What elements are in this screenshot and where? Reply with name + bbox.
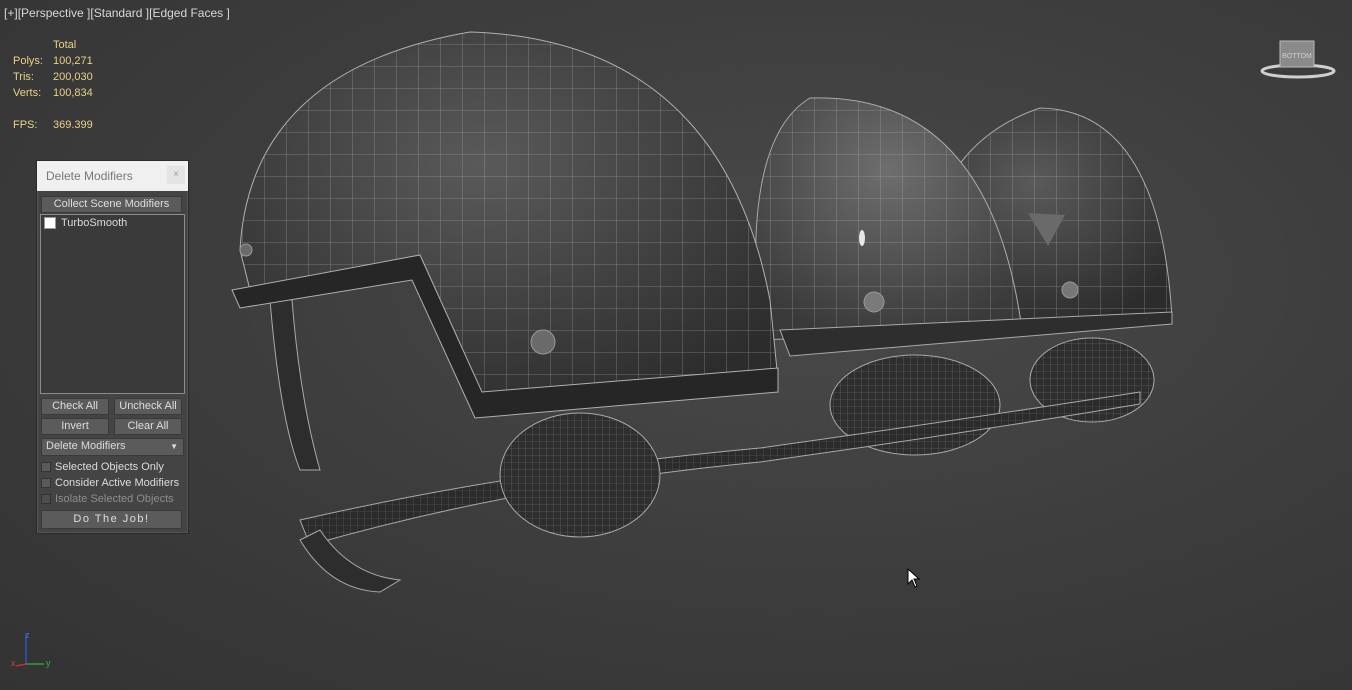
viewport-standard-menu[interactable]: [Standard ] bbox=[90, 6, 149, 20]
clear-all-button[interactable]: Clear All bbox=[114, 418, 182, 435]
viewport-statistics: Total Polys: 100,271 Tris: 200,030 Verts: 1… bbox=[13, 37, 93, 133]
checkbox-box bbox=[41, 494, 51, 504]
fps-value: 369.399 bbox=[53, 119, 93, 131]
viewcube[interactable]: BOTTOM bbox=[1258, 38, 1338, 82]
tris-label: Tris: bbox=[13, 71, 34, 83]
consider-active-modifiers-checkbox[interactable]: Consider Active Modifiers bbox=[41, 477, 179, 489]
checkbox-label: Selected Objects Only bbox=[55, 461, 164, 473]
perspective-viewport[interactable]: [+] [Perspective ] [Standard ] [Edged Fa… bbox=[0, 0, 1352, 690]
checkbox-label: Isolate Selected Objects bbox=[55, 493, 174, 505]
dialog-title-bar[interactable]: Delete Modifiers × bbox=[37, 161, 188, 191]
viewport-label-menu[interactable]: [+] [Perspective ] [Standard ] [Edged Fa… bbox=[4, 6, 230, 20]
polys-value: 100,271 bbox=[53, 55, 93, 67]
invert-button[interactable]: Invert bbox=[41, 418, 109, 435]
viewport-pov-menu[interactable]: [Perspective ] bbox=[18, 6, 91, 20]
uncheck-all-button[interactable]: Uncheck All bbox=[114, 398, 182, 415]
list-item[interactable]: TurboSmooth bbox=[44, 217, 127, 229]
mode-select-value: Delete Modifiers bbox=[46, 440, 126, 452]
dialog-title: Delete Modifiers bbox=[46, 169, 133, 183]
delete-modifiers-dialog: Delete Modifiers × Collect Scene Modifie… bbox=[36, 160, 189, 534]
axis-y-label: y bbox=[46, 658, 51, 668]
mode-select[interactable]: Delete Modifiers ▼ bbox=[41, 438, 184, 456]
checkbox-box[interactable] bbox=[41, 478, 51, 488]
viewport-plus-menu[interactable]: [+] bbox=[4, 6, 18, 20]
stats-header: Total bbox=[53, 39, 77, 51]
mouse-cursor-icon bbox=[907, 568, 921, 588]
isolate-selected-objects-checkbox: Isolate Selected Objects bbox=[41, 493, 174, 505]
tris-value: 200,030 bbox=[53, 71, 93, 83]
list-item-checkbox[interactable] bbox=[44, 217, 56, 229]
helmet-scene bbox=[231, 31, 1173, 593]
axis-z-label: z bbox=[25, 630, 30, 640]
axis-x-label: x bbox=[11, 658, 16, 668]
verts-label: Verts: bbox=[13, 87, 42, 99]
close-icon[interactable]: × bbox=[167, 166, 185, 184]
polys-label: Polys: bbox=[13, 55, 43, 67]
viewcube-face-label: BOTTOM bbox=[1282, 53, 1312, 60]
selected-objects-only-checkbox[interactable]: Selected Objects Only bbox=[41, 461, 164, 473]
fps-label: FPS: bbox=[13, 119, 38, 131]
list-item-label: TurboSmooth bbox=[61, 217, 128, 229]
check-all-button[interactable]: Check All bbox=[41, 398, 109, 415]
axis-tripod: z y x bbox=[11, 630, 51, 668]
checkbox-label: Consider Active Modifiers bbox=[55, 477, 180, 489]
modifier-list[interactable]: TurboSmooth bbox=[40, 214, 185, 394]
viewport-shading-menu[interactable]: [Edged Faces ] bbox=[149, 6, 230, 20]
verts-value: 100,834 bbox=[53, 87, 93, 99]
collect-scene-modifiers-button[interactable]: Collect Scene Modifiers bbox=[41, 196, 182, 213]
checkbox-box[interactable] bbox=[41, 462, 51, 472]
do-the-job-button[interactable]: Do The Job! bbox=[41, 510, 182, 529]
chevron-down-icon: ▼ bbox=[170, 442, 178, 451]
